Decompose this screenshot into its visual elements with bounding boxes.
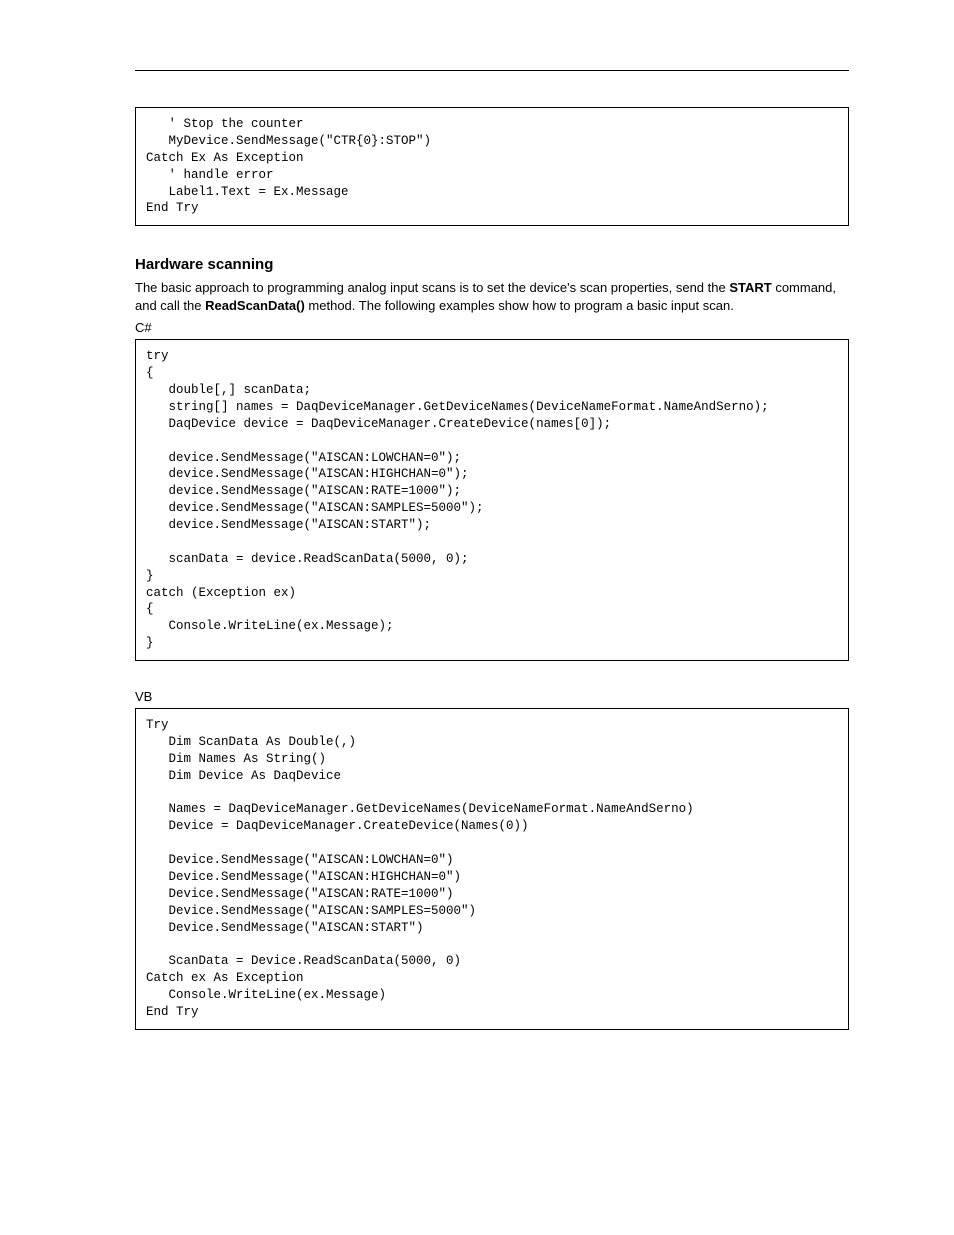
para-bold-start: START xyxy=(729,280,771,295)
spacer xyxy=(135,661,849,683)
code-block-csharp-scan: try { double[,] scanData; string[] names… xyxy=(135,339,849,661)
para-text-pre: The basic approach to programming analog… xyxy=(135,280,729,295)
code-block-vb-scan: Try Dim ScanData As Double(,) Dim Names … xyxy=(135,708,849,1030)
code-block-vb-stop-counter: ' Stop the counter MyDevice.SendMessage(… xyxy=(135,107,849,226)
section-heading-hardware-scanning: Hardware scanning xyxy=(135,256,849,273)
section-paragraph: The basic approach to programming analog… xyxy=(135,279,849,314)
para-text-post: method. The following examples show how … xyxy=(305,298,734,313)
page: ' Stop the counter MyDevice.SendMessage(… xyxy=(0,0,954,1235)
language-label-csharp: C# xyxy=(135,320,849,335)
language-label-vb: VB xyxy=(135,689,849,704)
top-rule xyxy=(135,70,849,71)
para-bold-readscandata: ReadScanData() xyxy=(205,298,305,313)
